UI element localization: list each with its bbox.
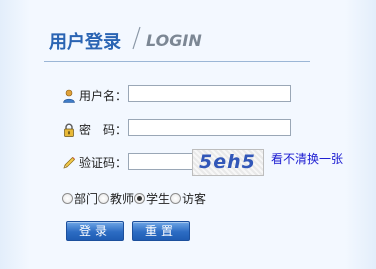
role-option-student[interactable]: 学生 xyxy=(134,190,170,207)
role-option-label: 部门 xyxy=(74,192,99,206)
role-radio-group: 部门 教师 学生 访客 xyxy=(62,190,206,207)
username-input[interactable] xyxy=(128,85,291,102)
page-subtitle: LOGIN xyxy=(146,31,202,50)
login-button[interactable]: 登录 xyxy=(66,221,124,241)
role-option-label: 教师 xyxy=(110,192,135,206)
radio-button-selected[interactable] xyxy=(134,193,146,204)
title-slash-divider xyxy=(132,26,141,50)
lock-icon xyxy=(64,123,74,137)
role-option-label: 访客 xyxy=(182,192,207,206)
password-row-label: 密 码： xyxy=(62,121,127,138)
page-title: 用户登录 xyxy=(49,32,121,53)
role-option-department[interactable]: 部门 xyxy=(62,190,98,207)
captcha-image-text: 5eh5 xyxy=(199,151,256,173)
radio-button[interactable] xyxy=(98,193,110,204)
captcha-image[interactable]: 5eh5 xyxy=(192,149,264,176)
title-divider xyxy=(44,61,310,62)
radio-button[interactable] xyxy=(62,193,73,204)
password-input[interactable] xyxy=(128,119,291,136)
radio-button[interactable] xyxy=(170,193,182,204)
captcha-input[interactable] xyxy=(128,153,198,170)
login-panel: 用户登录 LOGIN 用户名： 密 码： 验证码： 5eh5 看不清换一张 部门… xyxy=(0,0,376,269)
user-icon xyxy=(63,89,75,103)
password-label: 密 码： xyxy=(79,123,128,137)
role-option-label: 学生 xyxy=(146,192,171,206)
reset-button[interactable]: 重置 xyxy=(132,221,190,241)
role-option-visitor[interactable]: 访客 xyxy=(170,190,206,207)
username-row-label: 用户名： xyxy=(62,87,127,104)
username-label: 用户名： xyxy=(79,89,128,103)
captcha-label: 验证码： xyxy=(79,156,128,170)
refresh-captcha-link[interactable]: 看不清换一张 xyxy=(271,150,343,167)
pencil-icon xyxy=(63,156,75,169)
captcha-row-label: 验证码： xyxy=(62,154,127,171)
role-option-teacher[interactable]: 教师 xyxy=(98,190,134,207)
